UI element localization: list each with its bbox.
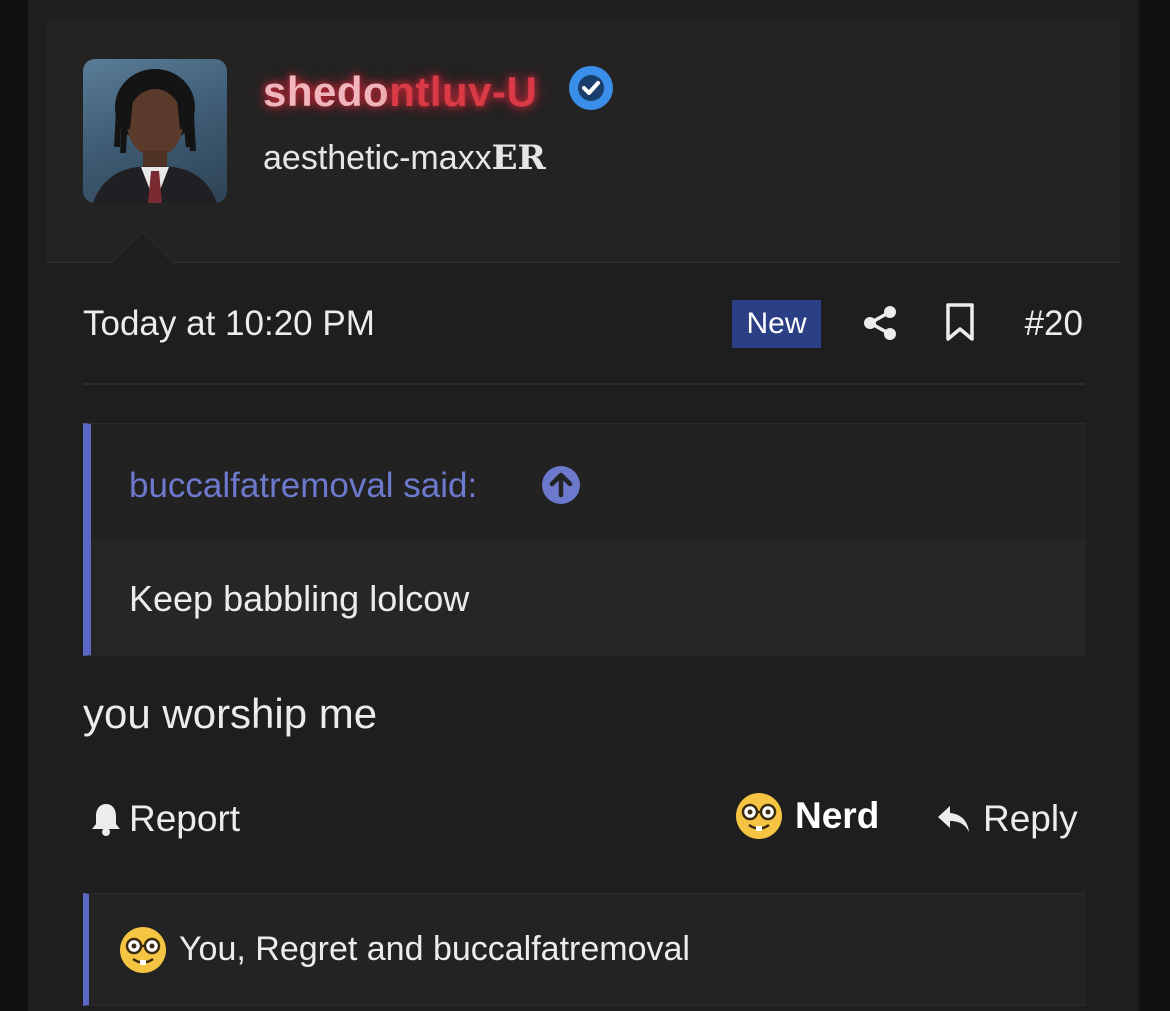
username[interactable]: shedontluv-U	[263, 68, 537, 116]
verified-check-icon	[569, 66, 613, 110]
post-card: shedontluv-U aesthetic-maxxER Today at 1…	[28, 0, 1139, 1011]
nerd-face-icon	[120, 927, 166, 973]
user-info-block: shedontluv-U aesthetic-maxxER	[47, 20, 1120, 292]
reply-arrow-icon	[938, 806, 969, 832]
user-title: aesthetic-maxxER	[263, 138, 546, 178]
quote-block: buccalfatremoval said: Keep babbling lol…	[83, 423, 1085, 656]
quote-text: Keep babbling lolcow	[129, 578, 470, 619]
nerd-face-icon	[736, 793, 782, 839]
nerd-label: Nerd	[795, 795, 880, 836]
bell-icon	[92, 804, 120, 836]
quote-author[interactable]: buccalfatremoval said:	[129, 466, 477, 506]
username-part: shedo	[263, 68, 390, 115]
post-number[interactable]: #20	[1025, 304, 1083, 344]
arrow-up-circle-icon[interactable]	[541, 465, 581, 505]
username-part: ntluv-U	[389, 68, 538, 115]
user-title-part: aesthetic-maxx	[263, 139, 492, 177]
post-timestamp[interactable]: Today at 10:20 PM	[83, 304, 375, 344]
meta-divider	[83, 383, 1085, 385]
nerd-reaction-button[interactable]: Nerd	[735, 792, 879, 840]
reactions-label: You, Regret and buccalfatremoval	[179, 930, 690, 968]
post-message: you worship me	[83, 690, 378, 737]
avatar-portrait	[93, 69, 217, 203]
quote-body: Keep babbling lolcow	[91, 540, 1084, 655]
reply-button[interactable]: Reply	[935, 798, 1078, 840]
user-title-part: ER	[491, 138, 546, 178]
reply-label: Reply	[983, 798, 1078, 839]
post-actions: Report Nerd Reply	[83, 790, 1085, 850]
avatar[interactable]	[83, 59, 227, 203]
post-meta-bar: Today at 10:20 PM New #20	[83, 296, 1085, 356]
report-button[interactable]: Report	[89, 798, 240, 840]
quote-header: buccalfatremoval said:	[91, 424, 1084, 540]
new-badge: New	[732, 300, 821, 348]
share-icon[interactable]	[861, 304, 899, 342]
reactions-summary[interactable]: You, Regret and buccalfatremoval	[83, 893, 1085, 1006]
report-label: Report	[129, 798, 241, 839]
bookmark-icon[interactable]	[943, 302, 977, 342]
user-block-pointer	[112, 231, 173, 292]
